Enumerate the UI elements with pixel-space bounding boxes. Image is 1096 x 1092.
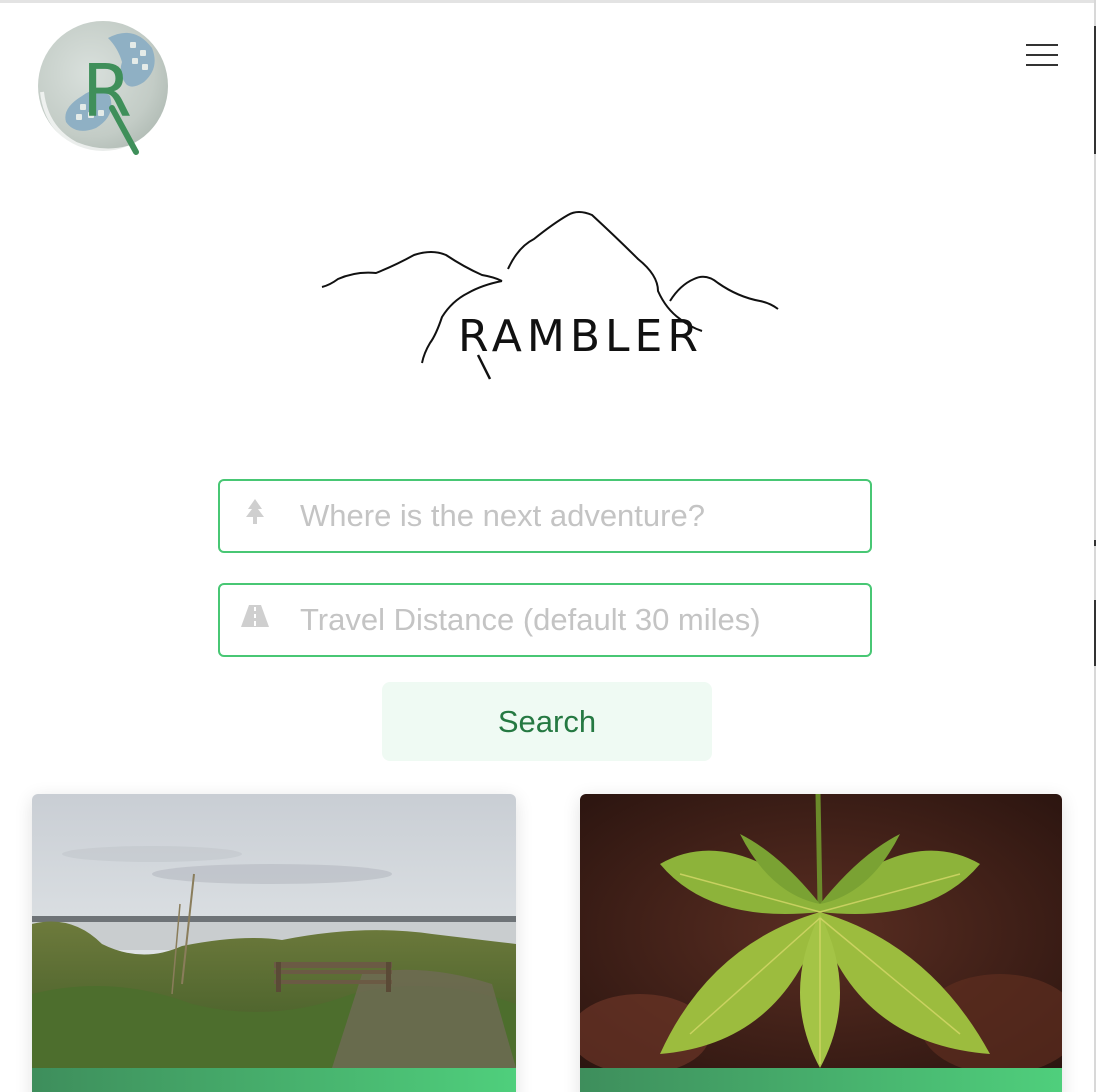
distance-field[interactable]	[218, 583, 872, 657]
hamburger-menu-icon[interactable]	[1024, 42, 1060, 70]
menu-bar	[1026, 64, 1058, 66]
page: R RAMBLER Search	[0, 0, 1096, 1092]
destination-field[interactable]	[218, 479, 872, 553]
lakeside-bench-photo	[32, 794, 516, 1068]
trail-card[interactable]	[32, 794, 516, 1092]
road-icon	[241, 605, 269, 627]
logo-wordmark: RAMBLER	[458, 311, 703, 362]
trail-card[interactable]	[580, 794, 1062, 1092]
top-rule	[0, 0, 1094, 3]
destination-input[interactable]	[300, 481, 860, 551]
distance-input[interactable]	[300, 585, 860, 655]
menu-bar	[1026, 54, 1058, 56]
svg-text:R: R	[82, 49, 132, 133]
search-button[interactable]: Search	[382, 682, 712, 761]
brand-badge-logo[interactable]: R	[36, 18, 172, 158]
card-footer	[32, 1068, 516, 1092]
tree-icon	[246, 499, 264, 524]
green-leaf-photo	[580, 794, 1062, 1068]
boot-print-icon: R	[38, 21, 168, 155]
card-footer	[580, 1068, 1062, 1092]
rambler-logo: RAMBLER	[321, 211, 779, 380]
menu-bar	[1026, 44, 1058, 46]
